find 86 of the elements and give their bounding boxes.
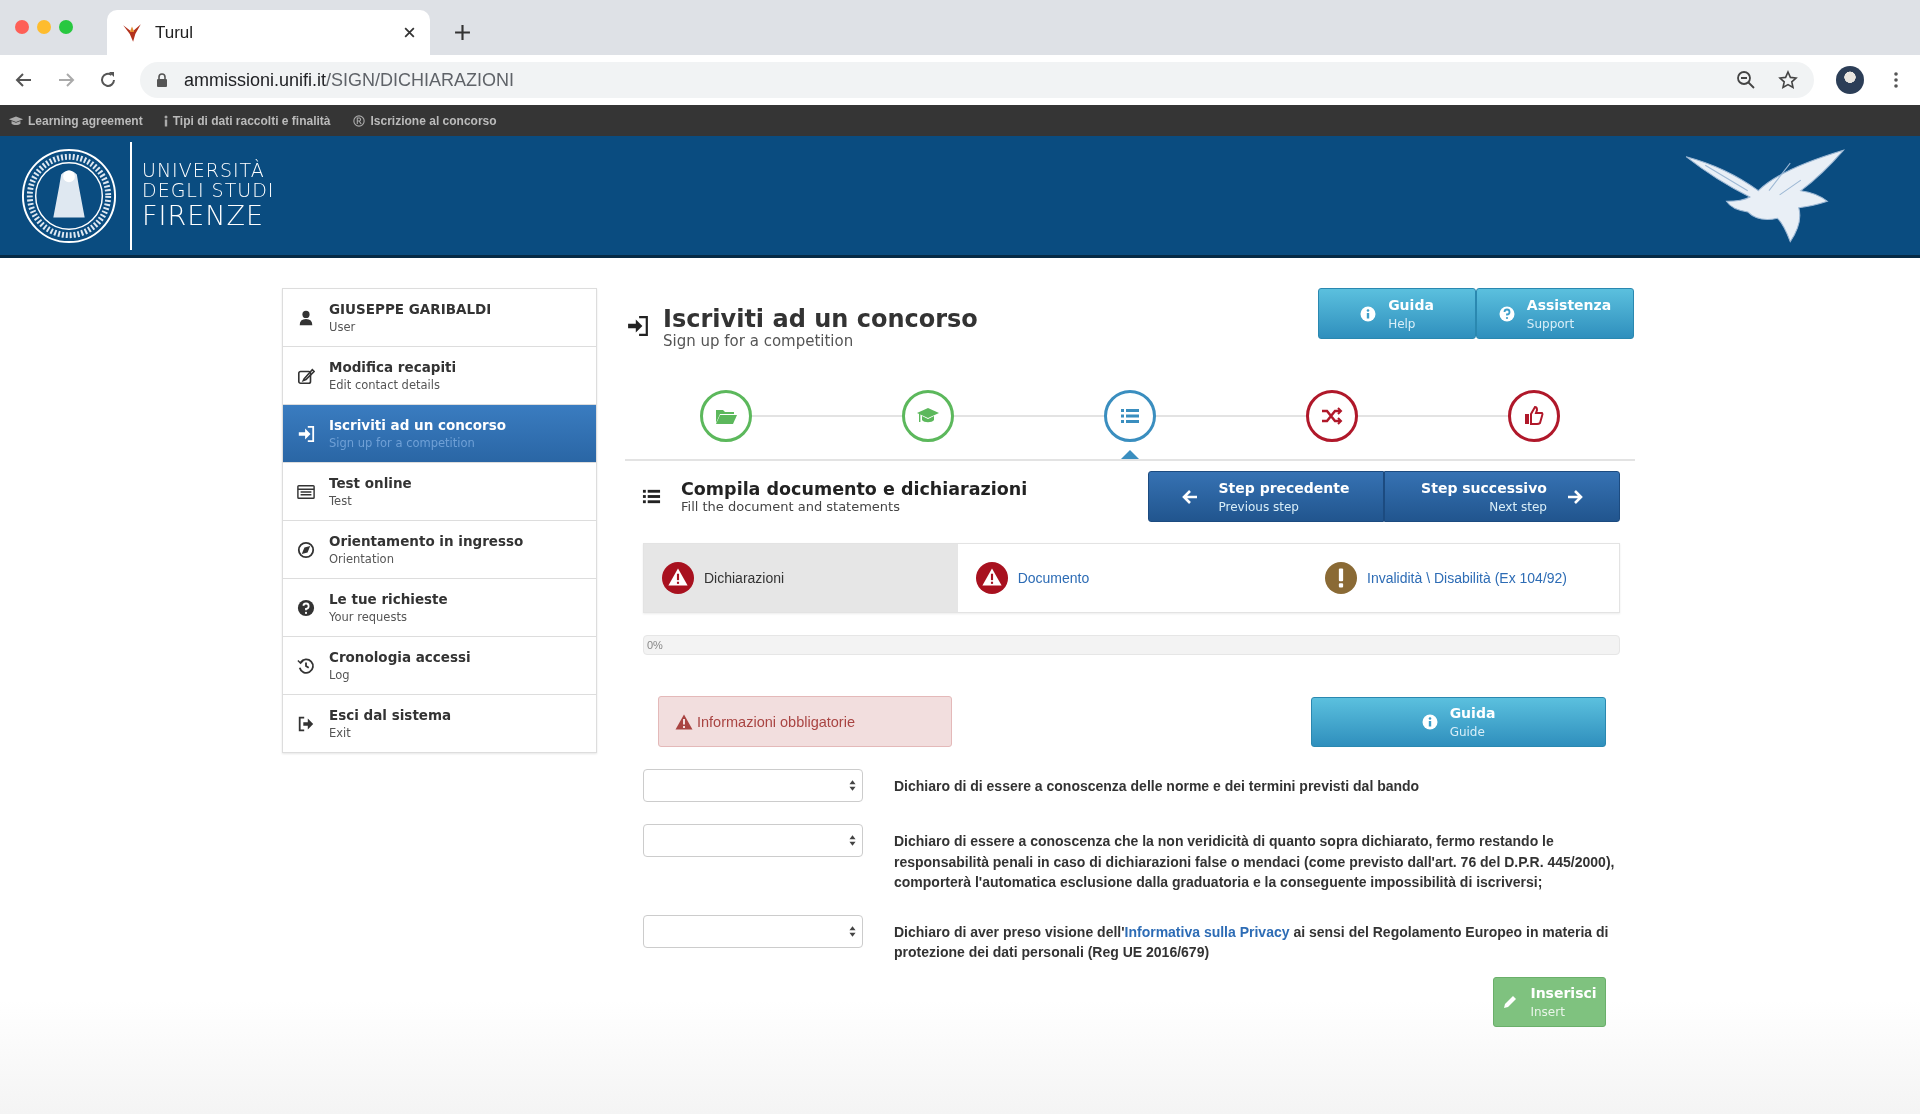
step-indicator[interactable] [1306,390,1358,442]
sidebar-item[interactable]: Orientamento in ingresso Orientation [283,521,596,579]
bookmark-link[interactable]: Tipi di dati raccolti e finalità [162,113,331,128]
tab[interactable]: Documento [957,544,1272,612]
menu-subtitle: Your requests [329,610,408,624]
menu-title: Test online [329,475,412,491]
star-icon[interactable] [1778,70,1798,90]
info-icon [1360,305,1377,322]
sidebar-item[interactable]: Iscriviti ad un concorso Sign up for a competition [283,405,596,463]
close-icon[interactable] [403,26,416,39]
step-indicator[interactable] [1508,390,1560,442]
tab[interactable]: Dichiarazioni [644,544,958,612]
menu-title: Orientamento in ingresso [329,533,524,549]
menu-title: Cronologia accessi [329,649,471,665]
help-icon [1498,305,1515,322]
edit-icon [297,366,315,385]
address-field[interactable]: ammissioni.unifi.it/SIGN/DICHIARAZIONI [140,62,1814,98]
warning-icon [975,562,1008,594]
section-subtitle: Fill the document and statements [681,499,901,514]
menu-subtitle: Edit contact details [329,378,441,392]
arrow-right-icon [1566,488,1583,505]
thumbs-up-icon [1522,404,1546,428]
next-step-button[interactable]: Step successivo Next step [1384,471,1620,522]
registered-icon [350,114,367,127]
page-subtitle: Sign up for a competition [663,332,855,350]
select-field[interactable] [643,769,863,802]
bookmark-link[interactable]: Learning agreement [8,113,143,128]
university-name: DEGLI STUDI [142,179,275,200]
declaration-text: Dichiaro di essere a conoscenza che la non veridicità di quanto sopra dichiarato, fermo restando le responsabilità penali in caso di dichiarazioni false o mendaci (come previsto dall'art. 76 del D.P.R. 445/2000), comporterà l'automatica esclusione dalla graduatoria e la conseguente impossibilità di iscriversi; [894,832,1616,892]
history-icon [297,656,315,675]
menu-subtitle: Sign up for a competition [329,436,476,450]
lock-icon [156,73,168,87]
menu-title: Esci dal sistema [329,707,452,723]
list-icon [297,482,315,501]
sidebar-item[interactable]: Cronologia accessi Log [283,637,596,695]
warning-icon [662,562,694,594]
browser-tab[interactable]: Turul [107,10,430,55]
exclamation-icon [1325,562,1357,594]
sign-in-icon [297,424,315,443]
user-icon [297,308,315,327]
menu-title: GIUSEPPE GARIBALDI [329,301,492,317]
menu-subtitle: User [329,320,357,334]
tab[interactable]: Invalidità \ Disabilità (Ex 104/92) [1271,544,1619,612]
sidebar-item[interactable]: Esci dal sistema Exit [283,695,596,752]
page-title: Iscriviti ad un concorso [663,306,978,332]
sign-in-icon [627,315,649,337]
declaration-text: Dichiaro di aver preso visione dell'Informativa sulla Privacy ai sensi del Regolamento Europeo in materia di protezione dei dati personali (Reg UE 2016/679) [894,922,1610,962]
compass-icon [297,540,315,559]
step-indicator[interactable] [1104,390,1156,442]
bookmark-link[interactable]: Iscrizione al concorso [350,113,497,128]
updown-icon [849,780,856,791]
avatar-icon[interactable] [1836,66,1864,94]
graduation-cap-icon [8,114,24,127]
zoom-out-icon[interactable] [1736,70,1756,90]
new-tab-icon[interactable] [454,24,471,41]
sidebar-item[interactable]: Modifica recapiti Edit contact details [283,347,596,405]
updown-icon [849,925,856,937]
list-icon [642,487,661,506]
menu-subtitle: Test [329,494,353,508]
declaration-text: Dichiaro di di essere a conoscenza delle norme e dei termini previsti dal bando [894,777,1420,796]
info-icon [1421,713,1438,730]
menu-subtitle: Exit [329,726,352,740]
university-name: FIRENZE [142,199,266,232]
previous-step-button[interactable]: Step precedente Previous step [1148,471,1384,522]
reload-icon[interactable] [98,70,118,90]
warning-icon [675,713,693,730]
menu-title: Modifica recapiti [329,359,457,375]
sidebar-item[interactable]: Le tue richieste Your requests [283,579,596,637]
section-title: Compila documento e dichiarazioni [681,479,1028,499]
progress-reading: 0% [647,638,663,652]
sidebar-item[interactable]: Test online Test [283,463,596,521]
pencil-icon [1502,993,1519,1010]
updown-icon [849,835,856,846]
select-field[interactable] [643,914,863,948]
required-info-alert: Informazioni obbligatorie [658,696,952,747]
sign-out-icon [297,714,315,733]
menu-subtitle: Log [329,668,351,682]
privacy-link[interactable]: Informativa sulla Privacy [1124,923,1290,940]
help-icon [297,598,315,617]
select-field[interactable] [643,824,863,857]
info-icon [162,114,169,127]
menu-subtitle: Orientation [329,552,395,566]
menu-title: Iscriviti ad un concorso [329,417,507,433]
menu-title: Le tue richieste [329,591,448,607]
arrow-left-icon [1182,488,1199,505]
university-name: UNIVERSITÀ [142,159,266,180]
